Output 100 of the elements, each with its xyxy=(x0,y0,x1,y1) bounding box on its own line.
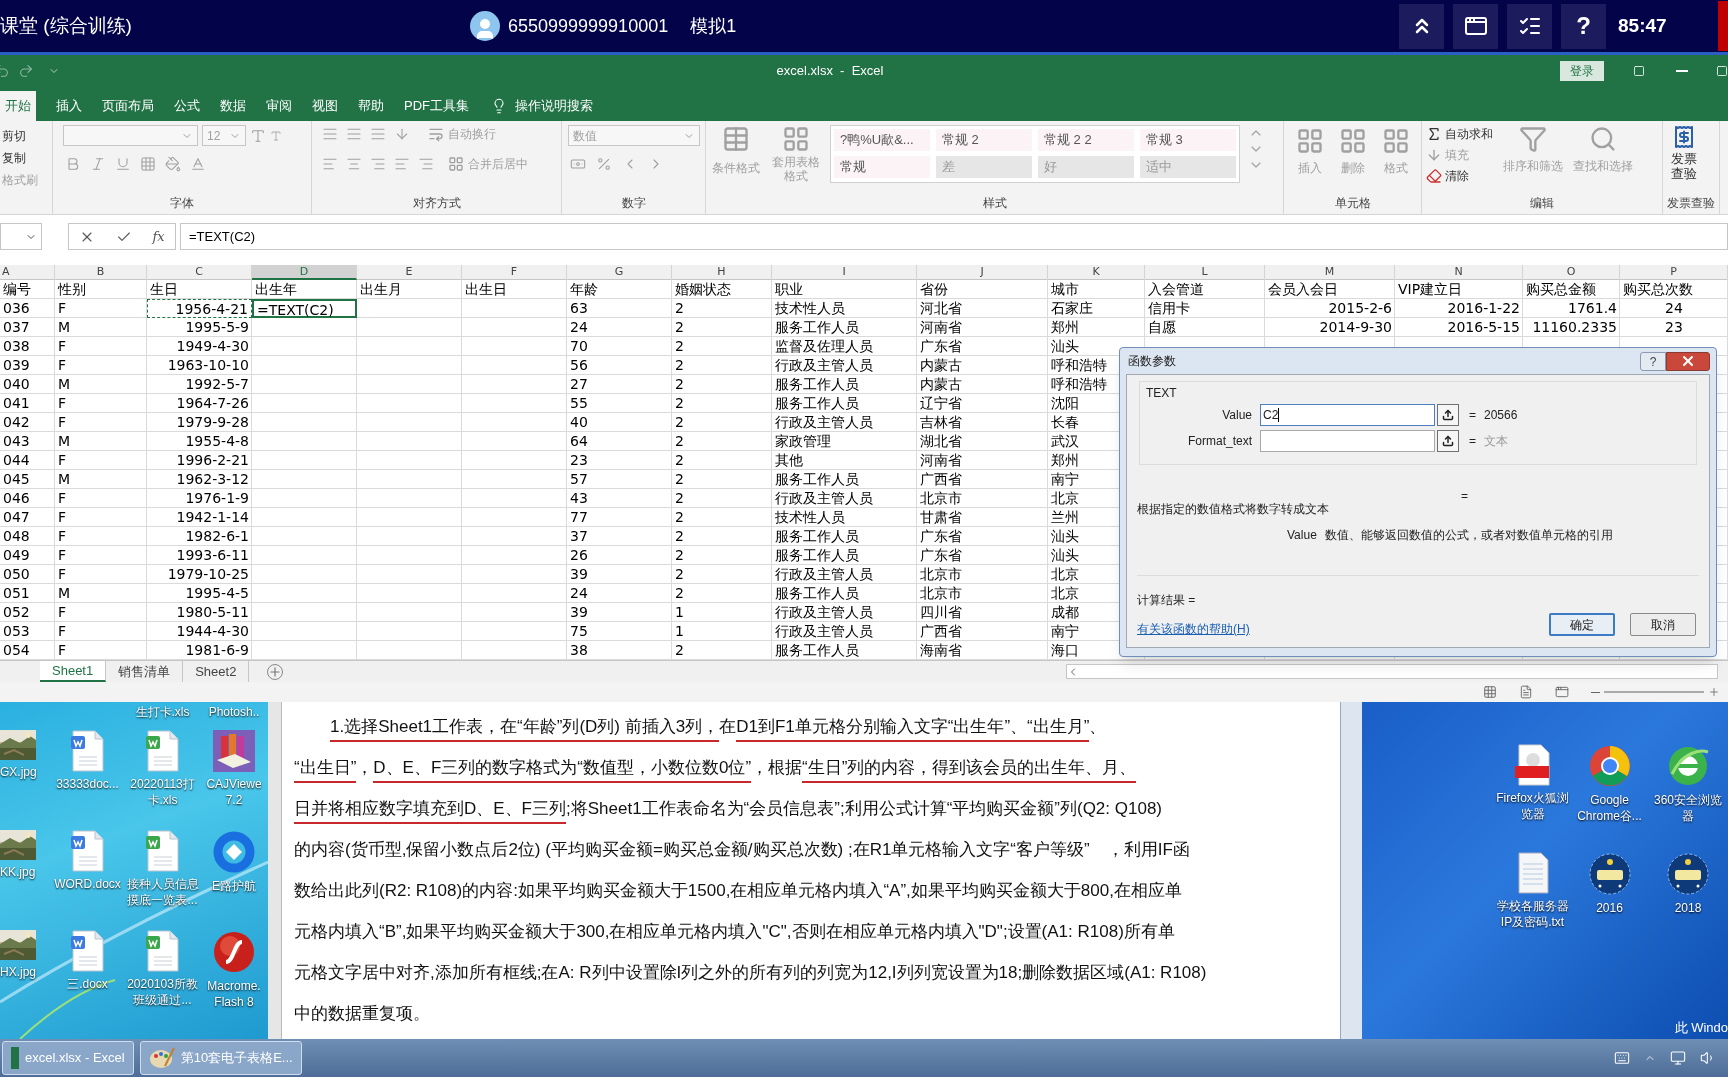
table-cell: 成都 xyxy=(1051,604,1079,620)
desktop-shortcut[interactable]: Google Chrome谷... xyxy=(1571,744,1648,844)
table-cell: 1956-4-21 xyxy=(147,299,252,318)
argument-field[interactable]: C2 xyxy=(1260,404,1435,426)
table-cell: 40 xyxy=(570,414,588,430)
table-cell: 1 xyxy=(675,623,684,639)
table-cell: M xyxy=(58,376,71,392)
clipboard-button[interactable]: 剪切 xyxy=(2,127,48,145)
horizontal-scrollbar[interactable] xyxy=(1066,664,1718,679)
argument-field[interactable] xyxy=(1260,430,1435,452)
close-button[interactable] xyxy=(1666,351,1710,371)
ribbon-group-label: 数字 xyxy=(620,195,647,212)
collapse-button[interactable] xyxy=(1399,3,1444,49)
keyboard-icon[interactable] xyxy=(1614,1050,1630,1066)
help-link[interactable]: 有关该函数的帮助(H) xyxy=(1137,620,1250,638)
ribbon-tab[interactable]: 公式 xyxy=(164,91,210,121)
table-cell: 1982-6-1 xyxy=(185,528,249,544)
insert-function-button[interactable]: fx xyxy=(152,226,165,247)
collapse-dialog-button[interactable] xyxy=(1437,430,1459,452)
clipboard-button[interactable]: 复制 xyxy=(2,149,48,167)
document-icon xyxy=(70,730,105,772)
cancel-button[interactable]: 取消 xyxy=(1630,613,1696,636)
cell-style[interactable]: 常规 xyxy=(834,156,930,178)
autosum-button[interactable]: 自动求和 xyxy=(1426,125,1493,143)
table-cell: 甘肃省 xyxy=(920,509,962,525)
desktop-shortcut[interactable]: 2018 xyxy=(1648,852,1728,952)
question-list-button[interactable] xyxy=(1507,3,1552,49)
invoice-check-button[interactable]: 发票查验 xyxy=(1667,125,1701,181)
table-cell: 技术性人员 xyxy=(775,509,845,525)
table-cell: 048 xyxy=(3,528,30,544)
zoom-in-icon[interactable] xyxy=(1708,686,1720,698)
page-break-icon[interactable] xyxy=(1555,685,1569,699)
italic-icon xyxy=(90,156,106,172)
equals-sign: = xyxy=(1469,433,1476,450)
table-cell: 北京市 xyxy=(920,585,962,601)
table-cell: 1992-5-7 xyxy=(185,376,249,392)
grid-icon xyxy=(1338,127,1367,155)
ribbon-tab[interactable]: 页面布局 xyxy=(92,91,164,121)
desktop-shortcut[interactable]: 2016 xyxy=(1571,852,1648,952)
normal-view-icon[interactable] xyxy=(1483,685,1497,699)
align-right-icon xyxy=(370,156,386,172)
ribbon-tab[interactable]: 审阅 xyxy=(256,91,302,121)
cell-style[interactable]: 常规 3 xyxy=(1140,129,1236,151)
table-cell: 北京市 xyxy=(920,566,962,582)
column-header[interactable]: A xyxy=(0,265,55,280)
ribbon-tab[interactable]: PDF工具集 xyxy=(394,91,479,121)
ribbon-tab[interactable]: 帮助 xyxy=(348,91,394,121)
table-cell: 2 xyxy=(675,300,684,316)
table-cell: 2 xyxy=(675,490,684,506)
table-cell: 2 xyxy=(675,642,684,658)
ribbon-group-label: 样式 xyxy=(981,195,1008,212)
table-cell: 2 xyxy=(675,528,684,544)
cell-style[interactable]: ?鸭%U歃&... xyxy=(834,129,930,151)
table-cell: M xyxy=(58,319,71,335)
ok-button[interactable]: 确定 xyxy=(1549,613,1615,636)
lightbulb-icon xyxy=(491,98,507,114)
text-file-icon xyxy=(1516,852,1549,894)
table-cell: F xyxy=(58,338,67,354)
document-icon xyxy=(70,930,105,972)
table-cell: 1761.4 xyxy=(1568,300,1617,316)
cell-style[interactable]: 常规 2 xyxy=(936,129,1032,151)
window-button[interactable] xyxy=(1453,3,1498,49)
sheet-tab[interactable]: Sheet1 xyxy=(40,661,107,682)
table-cell: 辽宁省 xyxy=(920,395,962,411)
desktop-shortcut[interactable]: 学校各服务器IP及密码.txt xyxy=(1494,852,1571,952)
formula-input[interactable]: =TEXT(C2) xyxy=(180,223,1728,250)
ribbon-tab[interactable]: 插入 xyxy=(46,91,92,121)
border-icon xyxy=(140,156,156,172)
underline-icon xyxy=(115,156,131,172)
desktop-shortcut[interactable]: 360安全浏览器 xyxy=(1648,744,1728,844)
function-name: TEXT xyxy=(1146,385,1178,402)
clear-button[interactable]: 清除 xyxy=(1426,167,1493,185)
table-cell: 行政及主管人员 xyxy=(775,604,873,620)
ribbon-tab[interactable]: 视图 xyxy=(302,91,348,121)
column-header[interactable]: D xyxy=(252,265,357,280)
cell-style[interactable]: 常规 2 2 xyxy=(1038,129,1134,151)
dialog-help-button[interactable]: ? xyxy=(1640,351,1666,371)
active-cell[interactable]: =TEXT(C2) xyxy=(252,299,357,318)
table-cell: 吉林省 xyxy=(920,414,962,430)
ribbon-tab[interactable]: 数据 xyxy=(210,91,256,121)
table-cell: 43 xyxy=(570,490,588,506)
table-cell: 四川省 xyxy=(920,604,962,620)
ribbon-tab[interactable]: 开始 xyxy=(0,91,36,121)
page-layout-icon[interactable] xyxy=(1519,685,1533,699)
help-button[interactable]: ? xyxy=(1561,3,1606,49)
dropdown-field[interactable] xyxy=(63,125,198,146)
tell-me-search[interactable]: 操作说明搜索 xyxy=(515,96,593,116)
question-text-line: 日并将相应数字填充到D、E、F三列;将Sheet1工作表命名为“会员信息表”;利用公式计算“平均购买金额”列(Q2: Q108) xyxy=(294,788,1340,829)
books-icon xyxy=(213,730,255,772)
collapse-dialog-button[interactable] xyxy=(1437,404,1459,426)
table-cell: 2 xyxy=(675,452,684,468)
table-cell: 11160.2335 xyxy=(1532,319,1617,335)
app-title: 课堂 (综合训练) xyxy=(0,13,133,38)
table-cell: 广东省 xyxy=(920,528,962,544)
desktop-shortcut[interactable]: Firefox火狐浏览器 xyxy=(1494,744,1571,844)
login-button[interactable]: 登录 xyxy=(1560,61,1604,81)
table-cell: F xyxy=(58,357,67,373)
activation-notice: 此 Windo xyxy=(1674,1018,1728,1037)
table-cell: 042 xyxy=(3,414,30,430)
table-cell: F xyxy=(58,642,67,658)
